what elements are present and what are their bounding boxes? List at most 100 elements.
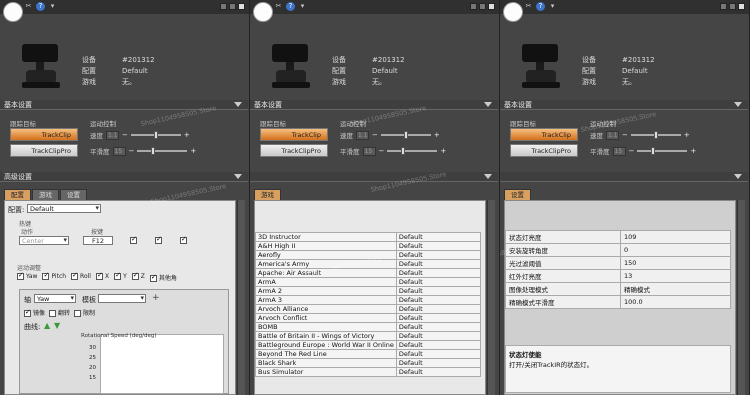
chevron-down-icon[interactable] <box>234 102 242 107</box>
table-row[interactable]: Black Shark Default <box>255 358 482 368</box>
dropdown-icon[interactable]: ▾ <box>548 2 557 11</box>
axis-roll[interactable]: Roll <box>71 271 91 282</box>
arrow-up-icon[interactable]: ▲ <box>44 321 50 330</box>
table-row[interactable]: 光过滤阈值 150 <box>505 256 731 270</box>
help-icon[interactable]: ? <box>36 2 45 11</box>
game-profile-cell[interactable]: Default <box>395 304 482 314</box>
speed-slider[interactable] <box>630 131 681 139</box>
basic-settings-header[interactable]: 基本设置 <box>0 100 248 110</box>
dropdown-icon[interactable]: ▾ <box>48 2 57 11</box>
plus-icon[interactable]: + <box>690 147 696 155</box>
advanced-settings-header[interactable] <box>500 172 748 182</box>
tab-settings[interactable]: 设置 <box>60 189 87 200</box>
table-row[interactable]: America's Army Default <box>255 259 482 269</box>
game-profile-cell[interactable]: Default <box>395 268 482 278</box>
game-profile-cell[interactable]: Default <box>395 313 482 323</box>
speed-slider[interactable] <box>380 131 431 139</box>
table-row[interactable]: Beyond The Red Line Default <box>255 349 482 359</box>
curve-graph[interactable]: Rotational Speed (deg/deg) 30 25 20 15 <box>81 333 224 394</box>
game-profile-cell[interactable]: Default <box>395 295 482 305</box>
axis-pitch[interactable]: Pitch <box>42 271 66 282</box>
help-icon[interactable]: ? <box>286 2 295 11</box>
add-icon[interactable]: + <box>152 293 160 303</box>
minimize-button[interactable] <box>720 3 727 10</box>
hotkey-checkbox-3[interactable] <box>180 235 187 244</box>
scrollbar[interactable] <box>737 200 745 395</box>
advanced-settings-header[interactable]: 高级设置 <box>0 172 248 182</box>
speed-input[interactable]: 1.1 <box>606 130 619 140</box>
game-profile-cell[interactable]: Default <box>395 259 482 269</box>
trackclip-button[interactable]: TrackClip <box>510 128 578 141</box>
setting-value-cell[interactable]: 100.0 <box>620 295 731 309</box>
plus-icon[interactable]: + <box>684 131 690 139</box>
trackclip-button[interactable]: TrackClip <box>10 128 78 141</box>
plus-icon[interactable]: + <box>190 147 196 155</box>
table-row[interactable]: 状态灯亮度 109 <box>505 230 731 244</box>
pin-icon[interactable]: ✂ <box>524 2 533 11</box>
axis-z[interactable]: Z <box>131 271 145 282</box>
game-profile-cell[interactable]: Default <box>395 331 482 341</box>
close-button[interactable] <box>738 3 745 10</box>
hotkey-checkbox-2[interactable] <box>155 235 162 244</box>
table-row[interactable]: Apache: Air Assault Default <box>255 268 482 278</box>
smooth-input[interactable]: 15 <box>362 146 376 156</box>
maximize-button[interactable] <box>479 3 486 10</box>
minus-icon[interactable]: − <box>622 131 628 139</box>
game-profile-cell[interactable]: Default <box>395 349 482 359</box>
mirror-checkbox[interactable]: 镜像 <box>24 308 45 317</box>
table-row[interactable]: 安装旋转角度 0 <box>505 243 731 257</box>
speed-slider[interactable] <box>130 131 181 139</box>
speed-input[interactable]: 1.1 <box>356 130 369 140</box>
plus-icon[interactable]: + <box>434 131 440 139</box>
table-row[interactable]: Arvoch Conflict Default <box>255 313 482 323</box>
game-profile-cell[interactable]: Default <box>395 367 482 377</box>
close-button[interactable] <box>238 3 245 10</box>
basic-settings-header[interactable]: 基本设置 <box>500 100 748 110</box>
table-row[interactable]: 3D Instructor Default <box>255 232 482 242</box>
basic-settings-header[interactable]: 基本设置 <box>250 100 498 110</box>
table-row[interactable]: Arvoch Alliance Default <box>255 304 482 314</box>
setting-value-cell[interactable]: 0 <box>620 243 731 257</box>
close-button[interactable] <box>488 3 495 10</box>
chevron-down-icon[interactable] <box>734 102 742 107</box>
tab-settings[interactable]: 设置 <box>504 189 531 200</box>
scrollbar[interactable] <box>237 200 245 395</box>
trackclippro-button[interactable]: TrackClipPro <box>260 144 328 157</box>
table-row[interactable]: ArmA Default <box>255 277 482 287</box>
game-profile-cell[interactable]: Default <box>395 250 482 260</box>
minimize-button[interactable] <box>470 3 477 10</box>
chevron-down-icon[interactable] <box>234 174 242 179</box>
speed-input[interactable]: 1.1 <box>106 130 119 140</box>
minus-icon[interactable]: − <box>379 147 385 155</box>
setting-value-cell[interactable]: 精确模式 <box>620 282 731 296</box>
table-row[interactable]: Bus Simulator Default <box>255 367 482 377</box>
template-select[interactable] <box>98 294 146 303</box>
game-profile-cell[interactable]: Default <box>395 241 482 251</box>
setting-value-cell[interactable]: 13 <box>620 269 731 283</box>
axis-other[interactable]: 其他角 <box>149 273 177 282</box>
table-row[interactable]: Battleground Europe : World War II Onlin… <box>255 340 482 350</box>
invert-checkbox[interactable]: 翻转 <box>49 308 70 317</box>
smooth-slider[interactable] <box>387 147 438 155</box>
pin-icon[interactable]: ✂ <box>24 2 33 11</box>
table-row[interactable]: Aerofly Default <box>255 250 482 260</box>
trackclippro-button[interactable]: TrackClipPro <box>10 144 78 157</box>
plus-icon[interactable]: + <box>184 131 190 139</box>
axis-x[interactable]: X <box>95 271 109 282</box>
minimize-button[interactable] <box>220 3 227 10</box>
table-row[interactable]: ArmA 2 Default <box>255 286 482 296</box>
table-row[interactable]: 精确模式平滑度 100.0 <box>505 295 731 309</box>
plus-icon[interactable]: + <box>440 147 446 155</box>
smooth-slider[interactable] <box>137 147 188 155</box>
dropdown-icon[interactable]: ▾ <box>298 2 307 11</box>
chevron-down-icon[interactable] <box>484 102 492 107</box>
game-profile-cell[interactable]: Default <box>395 322 482 332</box>
minus-icon[interactable]: − <box>129 147 135 155</box>
hotkey-action-select[interactable]: Center <box>19 236 69 245</box>
profile-select[interactable]: Default <box>27 204 101 213</box>
smooth-input[interactable]: 15 <box>612 146 626 156</box>
table-row[interactable]: A&H High II Default <box>255 241 482 251</box>
table-row[interactable]: 图像处理模式 精确模式 <box>505 282 731 296</box>
axis-y[interactable]: Y <box>114 271 127 282</box>
trackclip-button[interactable]: TrackClip <box>260 128 328 141</box>
